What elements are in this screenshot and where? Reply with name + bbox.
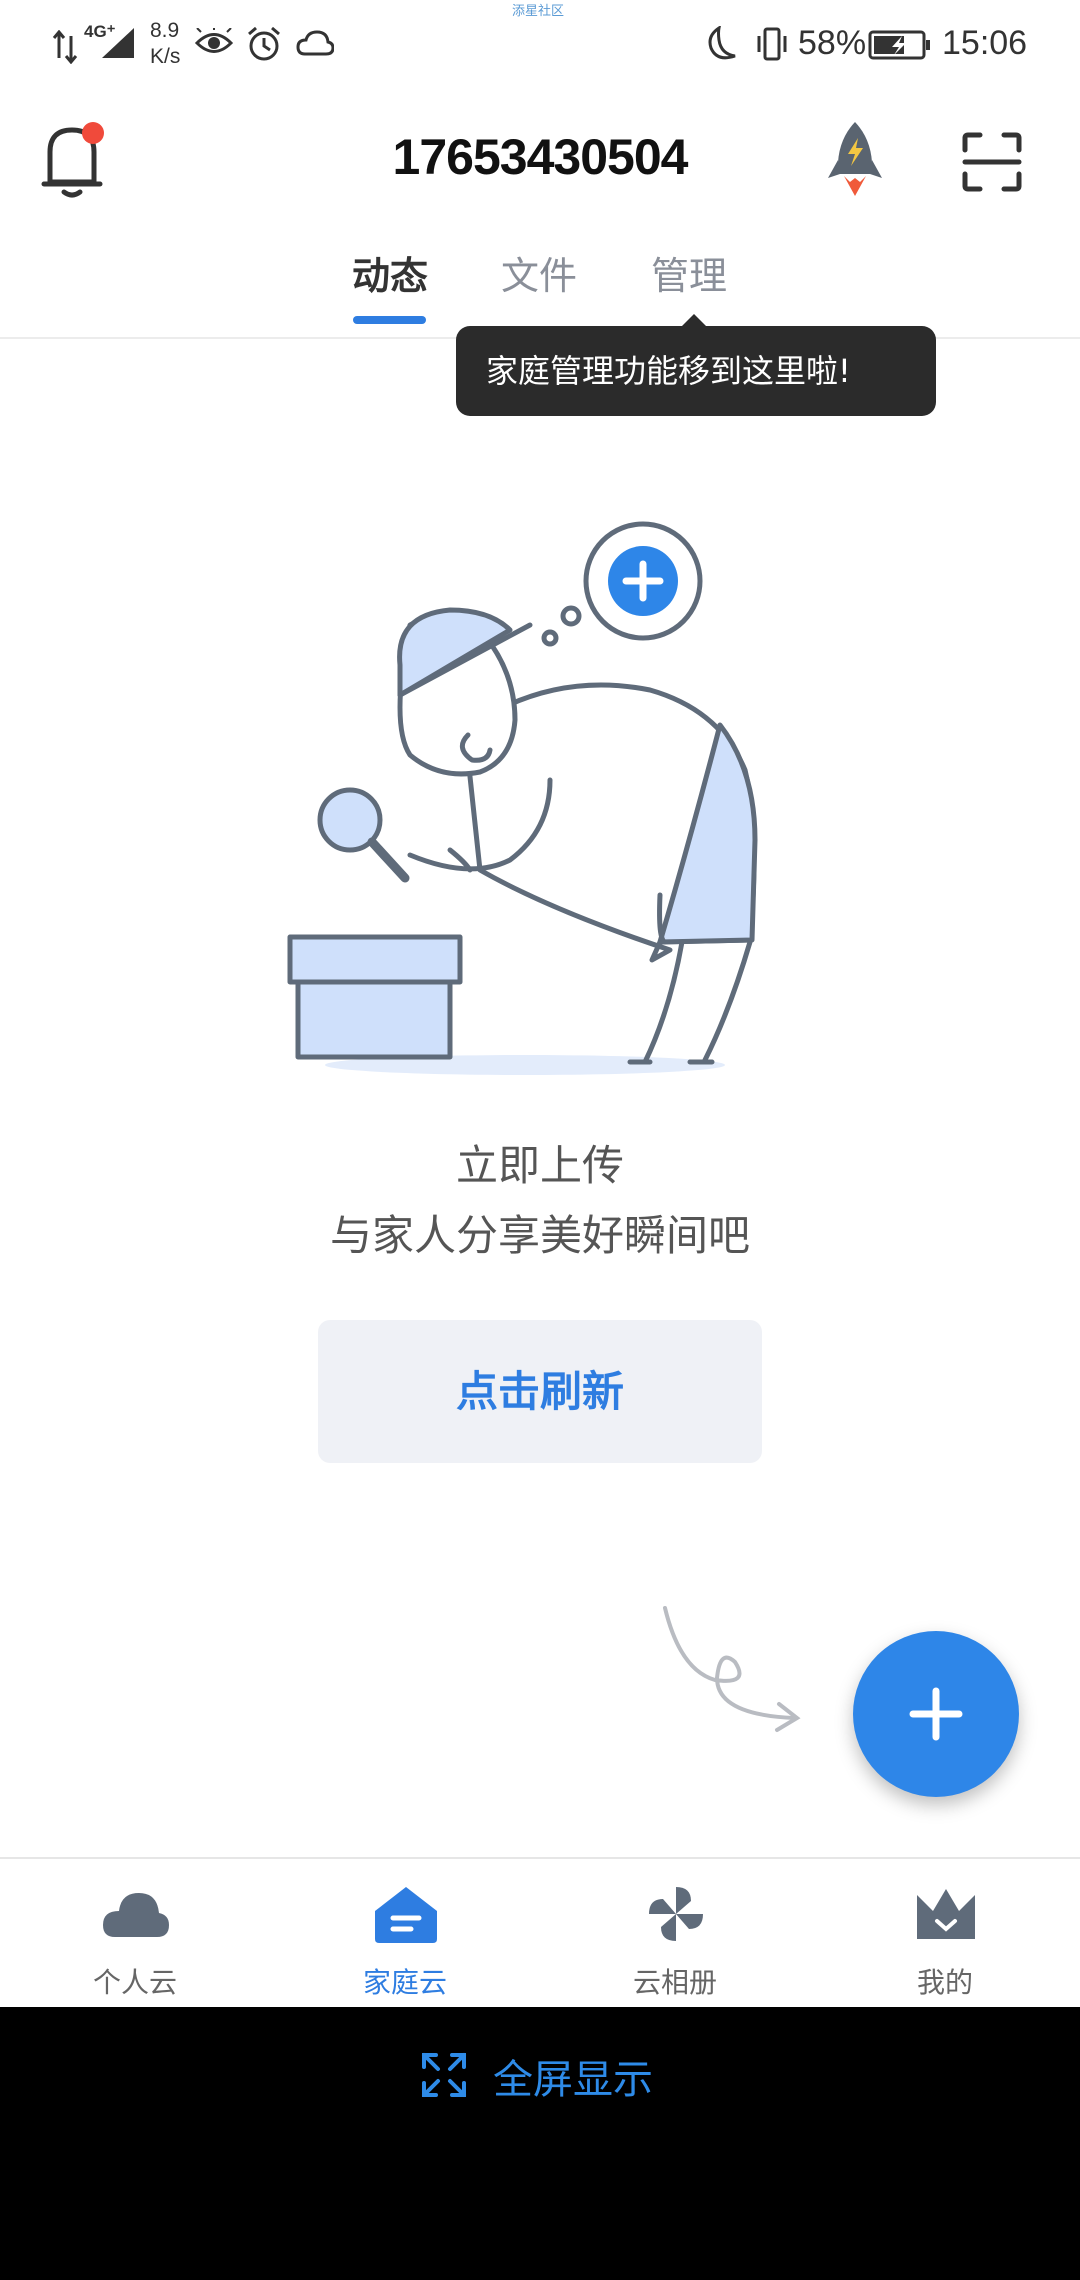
empty-state-line2: 与家人分享美好瞬间吧 (329, 1211, 750, 1260)
net-speed-value: 8.9 (150, 19, 180, 42)
nav-label: 我的 (916, 1966, 973, 1999)
scan-icon (962, 132, 1022, 192)
speedup-rocket-button[interactable] (826, 120, 884, 198)
nav-cloud-album[interactable]: 云相册 (540, 1859, 810, 2009)
scan-button[interactable] (962, 132, 1022, 192)
do-not-disturb-moon-icon (708, 26, 736, 60)
nav-mine[interactable]: 我的 (810, 1859, 1080, 2009)
eye-icon (195, 28, 233, 53)
nav-label: 云相册 (632, 1966, 717, 1999)
watermark: 添星社区 (512, 4, 565, 19)
rocket-icon (828, 122, 882, 196)
refresh-button[interactable]: 点击刷新 (318, 1320, 762, 1463)
nav-personal-cloud[interactable]: 个人云 (0, 1859, 270, 2009)
pinwheel-icon (649, 1887, 703, 1941)
vibrate-icon (757, 27, 787, 61)
fullscreen-button[interactable]: 全屏显示 (420, 2047, 680, 2107)
net-speed: 8.9 K/s (150, 18, 180, 70)
alarm-icon (248, 26, 280, 61)
empty-state-line1: 立即上传 (455, 1141, 624, 1190)
crown-icon (917, 1889, 975, 1939)
fullscreen-icon (422, 2053, 466, 2097)
tab-active-indicator (353, 316, 426, 324)
system-navigation-bar: 全屏显示 (0, 2007, 1080, 2280)
nav-label: 家庭云 (362, 1966, 447, 1999)
data-arrows-icon (52, 30, 78, 64)
tooltip: 家庭管理功能移到这里啦! (456, 326, 936, 416)
cloud-sync-icon (296, 30, 334, 56)
home-icon (375, 1887, 437, 1943)
empty-state-illustration (287, 521, 758, 1075)
tab-activity[interactable]: 动态 (352, 245, 428, 300)
hint-arrow-icon (663, 1606, 801, 1732)
status-bar: 添星社区 4G⁺ 8.9 K/s 58% 15:06 (0, 0, 1080, 90)
battery-charging-icon (868, 30, 930, 60)
bottom-nav: 个人云 家庭云 云相册 我的 (0, 1857, 1080, 2009)
clock: 15:06 (942, 24, 1028, 62)
tooltip-text: 家庭管理功能移到这里啦! (486, 352, 851, 390)
page-title: 17653430504 (392, 129, 689, 185)
fullscreen-label: 全屏显示 (493, 2057, 653, 2103)
net-speed-unit: K/s (150, 45, 181, 68)
upload-fab-button[interactable] (853, 1631, 1019, 1797)
nav-label: 个人云 (92, 1966, 177, 1999)
battery-percent: 58% (798, 24, 867, 62)
plus-icon (909, 1687, 963, 1741)
nav-family-cloud[interactable]: 家庭云 (270, 1859, 540, 2009)
tab-files[interactable]: 文件 (501, 245, 577, 300)
tooltip-arrow (680, 314, 708, 328)
cloud-icon (103, 1893, 169, 1937)
signal-icon (102, 28, 134, 58)
tab-manage[interactable]: 管理 (651, 245, 727, 300)
